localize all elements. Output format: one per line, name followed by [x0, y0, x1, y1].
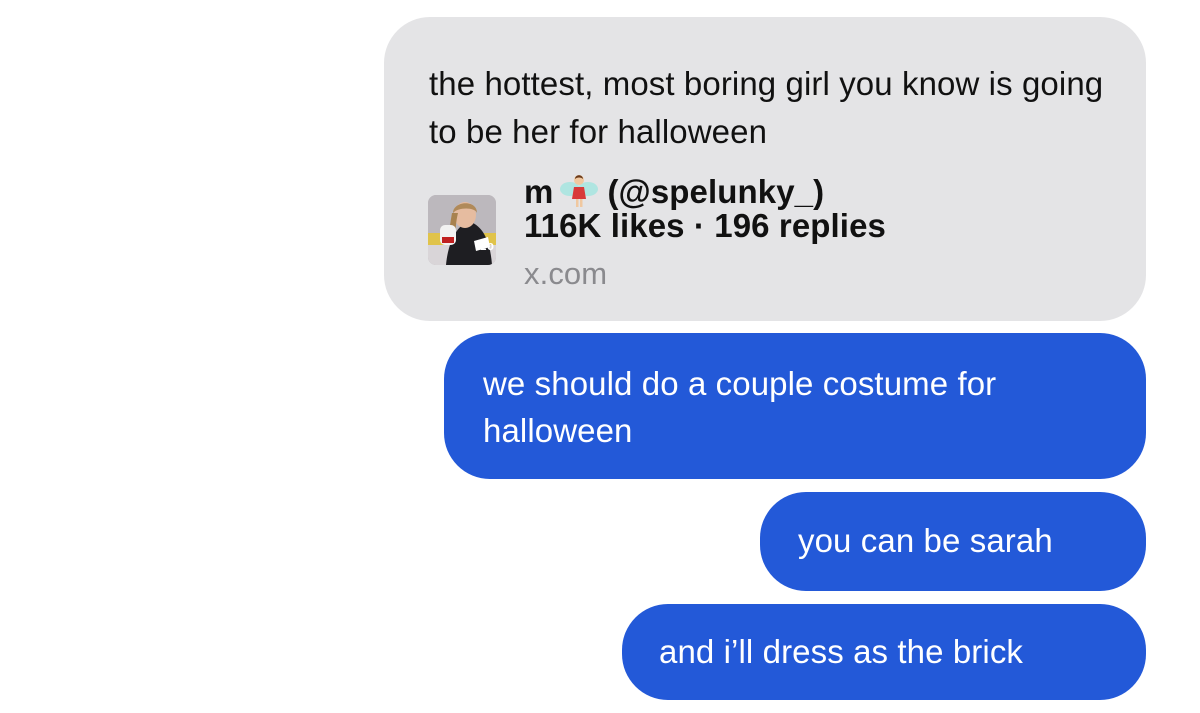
- link-preview-stats: 116K likes · 196 replies: [524, 207, 886, 244]
- link-preview-card[interactable]: 20 m (@spelunky_) 116K likes · 196 replie…: [428, 172, 1118, 302]
- svg-text:20: 20: [480, 242, 494, 253]
- message-text: the hottest, most boring girl you know i…: [429, 65, 1104, 150]
- message-text: and i’ll dress as the brick: [659, 633, 1024, 670]
- message-text: we should do a couple costume for hallow…: [483, 365, 997, 449]
- received-message-bubble[interactable]: the hottest, most boring girl you know i…: [384, 17, 1146, 321]
- author-handle: (@spelunky_): [607, 173, 825, 210]
- author-name: m: [524, 173, 554, 210]
- link-preview-thumbnail: 20: [428, 195, 496, 265]
- sent-message-bubble[interactable]: we should do a couple costume for hallow…: [444, 333, 1146, 479]
- fairy-icon: [559, 173, 599, 209]
- message-thread: the hottest, most boring girl you know i…: [0, 0, 1200, 713]
- sent-message-bubble[interactable]: you can be sarah: [760, 492, 1146, 591]
- message-text: you can be sarah: [798, 522, 1053, 559]
- sent-message-bubble[interactable]: and i’ll dress as the brick: [622, 604, 1146, 700]
- link-preview-domain: x.com: [524, 256, 608, 291]
- hockey-player-photo: 20: [428, 195, 496, 265]
